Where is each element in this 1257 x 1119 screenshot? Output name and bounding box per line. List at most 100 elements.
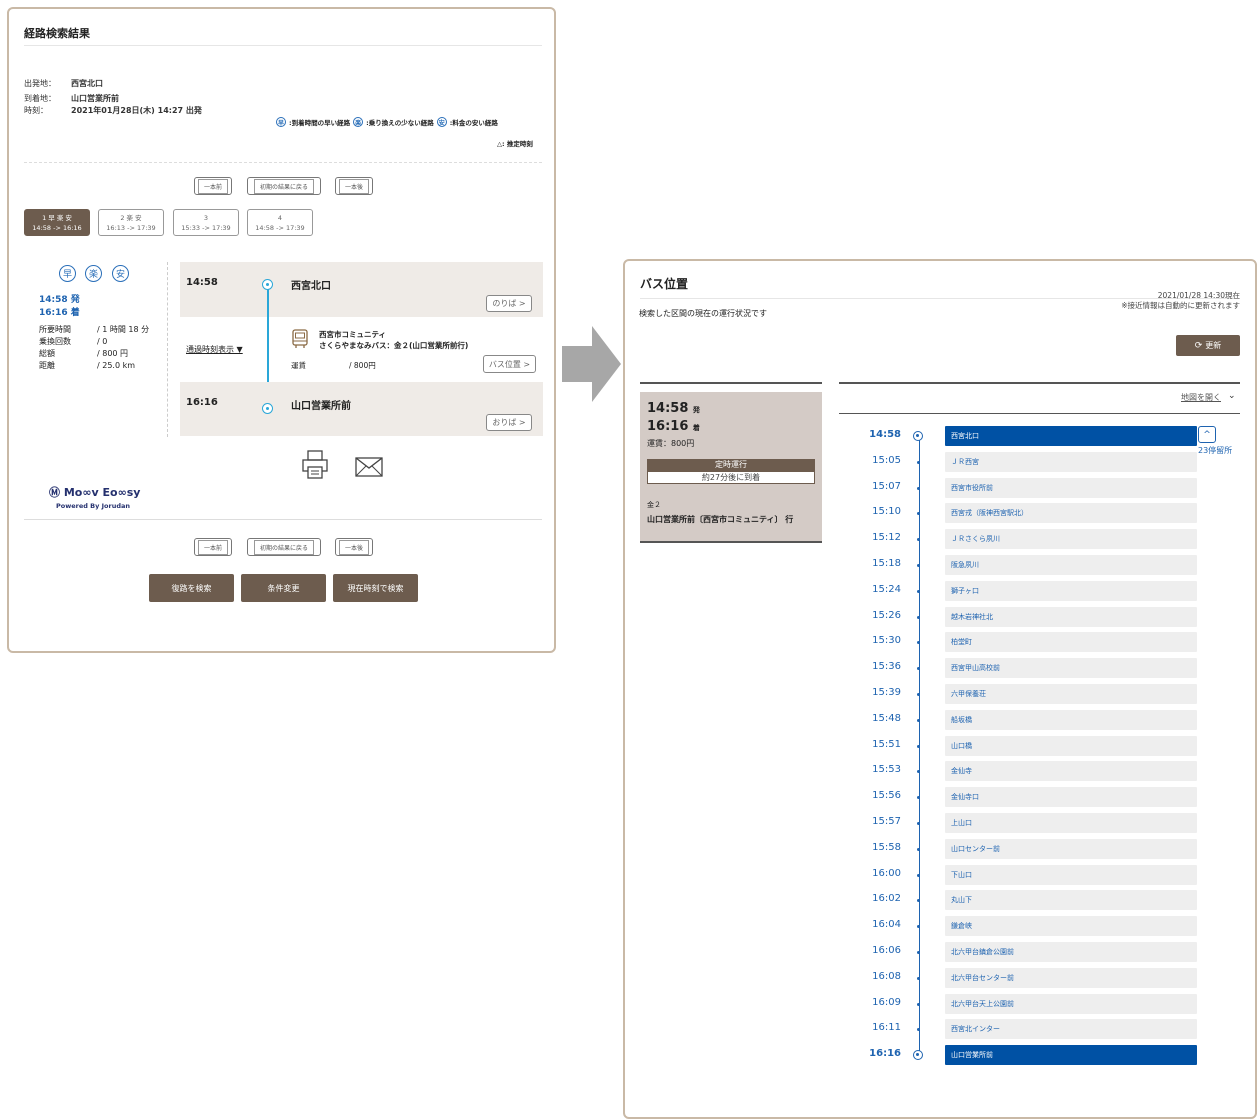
stop-item[interactable]: 西宮市役所前 — [945, 477, 1197, 498]
route-tab-2[interactable]: 2 楽 安 16:13 -> 17:39 — [98, 209, 164, 236]
printer-icon[interactable] — [302, 450, 328, 484]
fare-label: 運賃 — [291, 361, 306, 370]
stop-time: 15:56 — [872, 790, 901, 802]
return-search-button[interactable]: 復路を検索 — [149, 574, 234, 602]
origin-marker — [913, 431, 923, 441]
reset-label: 初期の結果に戻る — [253, 539, 314, 555]
reset-button[interactable]: 初期の結果に戻る — [247, 177, 321, 195]
operation-status: 定時運行 — [647, 459, 815, 471]
stop-item[interactable]: 北六甲台天上公園前 — [945, 993, 1197, 1014]
prev-label: 一本前 — [197, 539, 228, 555]
tab-3-num: 3 — [203, 214, 209, 222]
stop-item[interactable]: 船坂橋 — [945, 709, 1197, 730]
stop-item[interactable]: 山口センター前 — [945, 838, 1197, 859]
stop-item[interactable]: 金仙寺 — [945, 761, 1197, 782]
arr-marker-dot — [266, 407, 269, 410]
mail-icon[interactable] — [355, 457, 383, 481]
stop-item[interactable]: 西宮北インター — [945, 1019, 1197, 1040]
stop-time: 15:53 — [872, 764, 901, 776]
stop-item[interactable]: 山口営業所前 — [945, 1045, 1197, 1066]
stop-time: 14:58 — [869, 429, 901, 440]
stop-item[interactable]: ＪＲさくら夙川 — [945, 529, 1197, 550]
fast-badge: 早 — [59, 265, 76, 282]
prev-button-bottom[interactable]: 一本前 — [194, 538, 232, 556]
change-conditions-button[interactable]: 条件変更 — [241, 574, 326, 602]
dep-marker-dot — [266, 283, 269, 286]
stop-time: 15:57 — [872, 816, 901, 827]
stop-item[interactable]: 西宮甲山高校前 — [945, 658, 1197, 679]
stat-value: / 800 円 — [97, 349, 129, 358]
alighting-button[interactable]: おりば > — [486, 414, 532, 431]
stop-item[interactable]: 柏堂町 — [945, 632, 1197, 653]
stop-item[interactable]: 西宮戎（阪神西宮駅北） — [945, 503, 1197, 524]
prev-label: 一本前 — [197, 178, 228, 194]
tab-4-num: 4 — [277, 214, 283, 222]
card-arr-time: 16:16 着 — [647, 419, 700, 434]
stop-item[interactable]: 六甲保養荘 — [945, 684, 1197, 704]
stop-item[interactable]: ＪＲ西宮 — [945, 451, 1197, 472]
cheap-badge: 安 — [112, 265, 129, 282]
bus-position-panel: バス位置 検索した区間の現在の運行状況です 2021/01/28 14:30現在… — [623, 259, 1257, 1119]
stops-count: 23停留所 — [1198, 446, 1233, 455]
stop-item[interactable]: 丸山下 — [945, 890, 1197, 911]
stop-dot — [917, 460, 920, 464]
legend: 早 :到着時間の早い経路 楽 :乗り換えの少ない経路 安 :料金の安い経路 — [276, 117, 498, 127]
bus-line: さくらやまなみバス：金２(山口営業所前行) — [319, 341, 469, 350]
stop-time: 15:30 — [872, 635, 901, 647]
summary-dep: 14:58 発 — [39, 295, 80, 305]
stop-item[interactable]: 下山口 — [945, 864, 1197, 885]
stop-time: 15:48 — [872, 712, 901, 724]
stop-item[interactable]: 阪急夙川 — [945, 555, 1197, 575]
route-tab-3[interactable]: 3 15:33 -> 17:39 — [173, 209, 239, 236]
logo-tagline: Powered By Jorudan — [56, 502, 131, 510]
stop-item[interactable]: 山口橋 — [945, 735, 1197, 756]
departure-label: 出発地： — [24, 79, 56, 88]
cheap-icon: 安 — [436, 117, 447, 127]
stop-item[interactable]: 金仙寺口 — [945, 787, 1197, 808]
stop-time: 15:39 — [872, 687, 901, 698]
tab-1-time: 14:58 -> 16:16 — [32, 224, 82, 232]
stop-time: 15:36 — [872, 661, 901, 673]
bus-info-card: 14:58 発 16:16 着 運賃：800円 定時運行 約27分後に到着 金２… — [640, 392, 822, 543]
bus-position-button[interactable]: バス位置 > — [483, 355, 536, 373]
reset-button-bottom[interactable]: 初期の結果に戻る — [247, 538, 321, 556]
legend-easy: :乗り換えの少ない経路 — [366, 119, 434, 127]
stop-item[interactable]: 西宮北口 — [945, 426, 1197, 446]
stop-dot — [917, 564, 920, 567]
open-map-link[interactable]: 地図を開く — [1181, 392, 1221, 403]
stop-item[interactable]: 越木岩神社北 — [945, 606, 1197, 627]
bus-position-title: バス位置 — [640, 277, 689, 291]
stop-time: 16:04 — [872, 919, 901, 931]
stop-item[interactable]: 北六甲台センター前 — [945, 967, 1197, 988]
refresh-label: 更新 — [1205, 341, 1222, 350]
route-tab-1[interactable]: 1 早 楽 安 14:58 -> 16:16 — [24, 209, 90, 236]
chevron-down-icon[interactable]: ⌄ — [1228, 391, 1236, 401]
stop-item[interactable]: 北六甲台鎮倉公園前 — [945, 942, 1197, 962]
legend-cheap: :料金の安い経路 — [449, 119, 498, 127]
stop-item[interactable]: 獅子ヶ口 — [945, 580, 1197, 601]
passing-time-toggle[interactable]: 通過時刻表示 ▼ — [186, 344, 243, 355]
stop-item[interactable]: 上山口 — [945, 813, 1197, 833]
next-label: 一本後 — [338, 178, 369, 194]
route-dep-time: 14:58 — [186, 277, 218, 288]
route-tab-4[interactable]: 4 14:58 -> 17:39 — [247, 209, 313, 236]
search-now-button[interactable]: 現在時刻で検索 — [333, 574, 418, 602]
next-button[interactable]: 一本後 — [335, 177, 373, 195]
status-description: 検索した区間の現在の運行状況です — [639, 309, 767, 318]
stop-time: 15:07 — [872, 480, 901, 492]
stop-item[interactable]: 鎌倉峡 — [945, 916, 1197, 937]
arrival-value: 山口営業所前 — [71, 94, 119, 103]
collapse-button[interactable]: ^ — [1198, 426, 1216, 443]
boarding-button[interactable]: のりば > — [486, 295, 532, 312]
refresh-button[interactable]: ⟳ 更新 — [1176, 335, 1240, 356]
arrow-right-icon — [562, 326, 621, 406]
stat-key: 乗換回数 — [39, 337, 71, 346]
stop-dot — [917, 976, 920, 980]
legend-fast: :到着時間の早い経路 — [289, 119, 351, 127]
stat-key: 所要時間 — [39, 325, 71, 334]
stop-dot — [917, 744, 920, 748]
next-button-bottom[interactable]: 一本後 — [335, 538, 373, 556]
time-label: 時刻： — [24, 106, 48, 115]
refresh-icon: ⟳ — [1194, 340, 1203, 351]
prev-button[interactable]: 一本前 — [194, 177, 232, 195]
